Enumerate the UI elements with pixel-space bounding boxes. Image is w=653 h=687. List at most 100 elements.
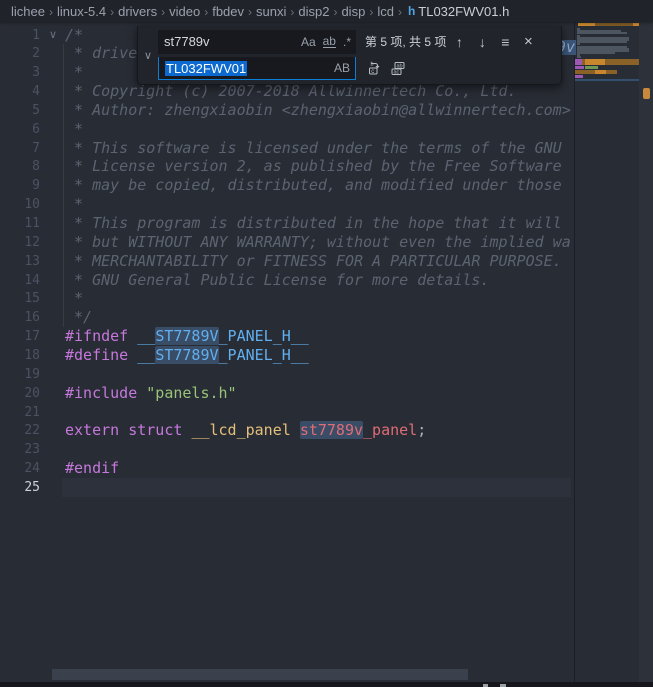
- breadcrumb-item-disp2[interactable]: disp2: [298, 4, 329, 19]
- code-line-18[interactable]: #define __ST7789V_PANEL_H__: [65, 346, 309, 365]
- line-number-2: 2: [0, 44, 40, 63]
- code-token: __lcd_panel: [191, 421, 290, 439]
- line-number-22: 22: [0, 421, 40, 440]
- replace-all-icon: ab ac: [390, 60, 406, 76]
- line-number-9: 9: [0, 176, 40, 195]
- code-token: ;: [417, 421, 426, 439]
- code-token: _PANEL_H__: [219, 346, 309, 364]
- code-token: #define: [65, 346, 137, 364]
- breadcrumb-item-linux-5.4[interactable]: linux-5.4: [57, 4, 106, 19]
- overview-match-marker: [643, 88, 650, 99]
- code-line-12[interactable]: * but WITHOUT ANY WARRANTY; without even…: [65, 233, 571, 252]
- find-in-selection-button[interactable]: ≡: [495, 31, 515, 52]
- line-number-1: 1: [0, 26, 40, 45]
- minimap-line-bar: [585, 66, 598, 69]
- code-line-5[interactable]: * Author: zhengxiaobin <zhengxiaobin@all…: [65, 101, 571, 120]
- code-token: __: [137, 327, 155, 345]
- breadcrumb-item-disp[interactable]: disp: [341, 4, 365, 19]
- regex-icon[interactable]: .*: [343, 35, 351, 49]
- code-line-13[interactable]: * MERCHANTABILITY or FITNESS FOR A PARTI…: [65, 252, 571, 271]
- current-line-highlight: [62, 478, 571, 497]
- line-number-18: 18: [0, 346, 40, 365]
- line-number-12: 12: [0, 233, 40, 252]
- chevron-right-icon: ›: [248, 5, 252, 19]
- code-token: * may be copied, distributed, and modifi…: [65, 176, 571, 194]
- line-number-14: 14: [0, 271, 40, 290]
- find-input[interactable]: st7789v Aa ab .*: [158, 30, 356, 54]
- code-line-16[interactable]: */: [65, 308, 92, 327]
- svg-text:c: c: [371, 69, 374, 75]
- overview-ruler[interactable]: [639, 22, 653, 682]
- code-line-24[interactable]: #endif: [65, 459, 119, 478]
- line-number-23: 23: [0, 440, 40, 459]
- replace-button[interactable]: c b: [365, 58, 385, 79]
- breadcrumb-item-fbdev[interactable]: fbdev: [212, 4, 244, 19]
- code-token: extern struct: [65, 421, 191, 439]
- whole-word-icon[interactable]: ab: [323, 36, 336, 48]
- code-token: #ifndef: [65, 327, 137, 345]
- svg-text:ac: ac: [394, 70, 400, 76]
- replace-input[interactable]: TL032FWV01 AB: [158, 57, 356, 81]
- code-token: *: [65, 289, 83, 307]
- code-line-7[interactable]: * This software is licensed under the te…: [65, 139, 571, 158]
- breadcrumb-item-lichee[interactable]: lichee: [11, 4, 45, 19]
- close-find-widget-button[interactable]: ×: [518, 31, 538, 52]
- line-number-8: 8: [0, 157, 40, 176]
- toggle-replace-button[interactable]: ∨: [138, 26, 158, 84]
- chevron-right-icon: ›: [161, 5, 165, 19]
- code-line-11[interactable]: * This program is distributed in the hop…: [65, 214, 571, 233]
- line-number-20: 20: [0, 384, 40, 403]
- code-line-14[interactable]: * GNU General Public License for more de…: [65, 271, 489, 290]
- code-line-20[interactable]: #include "panels.h": [65, 384, 237, 403]
- preserve-case-icon[interactable]: AB: [334, 61, 350, 75]
- line-number-24: 24: [0, 459, 40, 478]
- code-line-2[interactable]: * driver: [65, 44, 146, 63]
- breadcrumb-item-lcd[interactable]: lcd: [377, 4, 394, 19]
- code-line-10[interactable]: *: [65, 195, 83, 214]
- code-line-15[interactable]: *: [65, 289, 83, 308]
- code-token: * Author: zhengxiaobin <zhengxiaobin@all…: [65, 101, 571, 119]
- code-line-17[interactable]: #ifndef __ST7789V_PANEL_H__: [65, 327, 309, 346]
- find-match-highlight: st7789v: [300, 421, 363, 439]
- code-line-22[interactable]: extern struct __lcd_panel st7789v_panel;: [65, 421, 426, 440]
- minimap-line-bar: [575, 75, 583, 78]
- line-number-10: 10: [0, 195, 40, 214]
- breadcrumb-item-sunxi[interactable]: sunxi: [256, 4, 286, 19]
- chevron-right-icon: ›: [204, 5, 208, 19]
- line-number-19: 19: [0, 365, 40, 384]
- breadcrumb: lichee›linux-5.4›drivers›video›fbdev›sun…: [0, 0, 653, 22]
- code-line-3[interactable]: *: [65, 63, 83, 82]
- line-number-15: 15: [0, 289, 40, 308]
- code-token: __: [137, 346, 155, 364]
- code-token: #endif: [65, 459, 119, 477]
- minimap-line-bar: [575, 66, 584, 69]
- replace-all-button[interactable]: ab ac: [388, 58, 408, 79]
- breadcrumb-item-video[interactable]: video: [169, 4, 200, 19]
- code-token: [291, 421, 300, 439]
- line-number-11: 11: [0, 214, 40, 233]
- minimap[interactable]: [574, 0, 639, 687]
- code-line-9[interactable]: * may be copied, distributed, and modifi…: [65, 176, 571, 195]
- fold-chevron-icon[interactable]: ∨: [46, 26, 60, 45]
- code-line-1[interactable]: /*: [65, 26, 83, 45]
- code-token: #include: [65, 384, 146, 402]
- minimap-line-bar: [577, 52, 615, 54]
- vscode-window: lichee›linux-5.4›drivers›video›fbdev›sun…: [0, 0, 653, 687]
- match-case-icon[interactable]: Aa: [301, 35, 316, 49]
- next-match-button[interactable]: ↓: [472, 31, 492, 52]
- code-line-6[interactable]: *: [65, 120, 83, 139]
- line-number-25: 25: [0, 478, 40, 497]
- minimap-line-bar: [577, 41, 627, 43]
- code-token: * GNU General Public License for more de…: [65, 271, 489, 289]
- horizontal-scrollbar[interactable]: [52, 669, 468, 680]
- previous-match-button[interactable]: ↑: [449, 31, 469, 52]
- code-editor[interactable]: 1∨23456789101112131415161718192021222324…: [0, 0, 653, 687]
- code-line-8[interactable]: * License version 2, as published by the…: [65, 157, 571, 176]
- find-match-highlight: ST7789V: [155, 327, 218, 345]
- code-token: *: [65, 195, 83, 213]
- code-token: * License version 2, as published by the…: [65, 157, 571, 175]
- minimap-line-bar: [585, 59, 605, 65]
- breadcrumb-item-drivers[interactable]: drivers: [118, 4, 157, 19]
- breadcrumb-file-name[interactable]: TL032FWV01.h: [418, 4, 509, 19]
- minimap-line-bar: [578, 23, 595, 26]
